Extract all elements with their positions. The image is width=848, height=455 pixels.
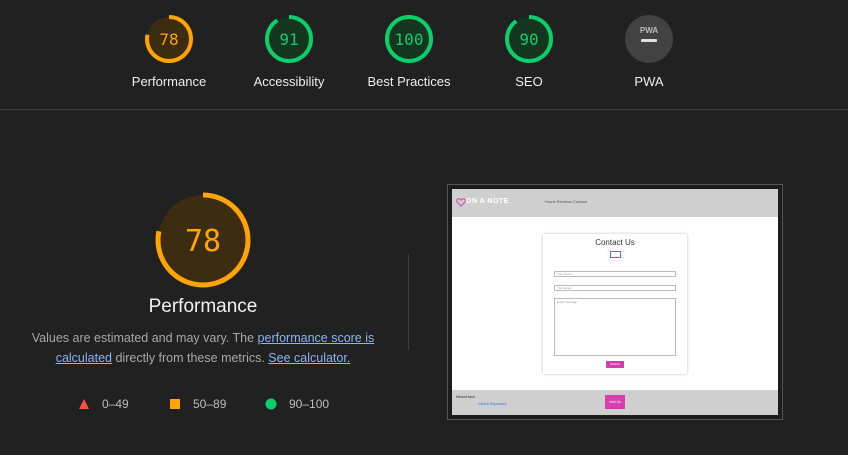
contact-card: Contact Us Your Name Your Email Enter me…: [543, 234, 687, 374]
performance-summary: 78 Performance Values are estimated and …: [28, 190, 378, 368]
square-icon: [170, 399, 180, 409]
footer-title: NewsHack: [456, 394, 476, 399]
legend-pass: 90–100: [265, 397, 329, 411]
accessibility-gauge-ring: 91: [265, 15, 313, 63]
seo-gauge-ring: 90: [505, 15, 553, 63]
screenshot-nav-links: Home Reviews Contact: [545, 199, 587, 204]
message-textarea: Enter message...: [554, 298, 676, 356]
pwa-badge-icon: PWA: [625, 15, 673, 63]
legend-average: 50–89: [169, 397, 226, 411]
gauge-label: Accessibility: [253, 74, 325, 89]
footer-link: GitHub Repository: [478, 402, 507, 406]
envelope-icon: [610, 251, 621, 258]
gauge-pwa[interactable]: PWA PWA: [589, 14, 709, 89]
contact-title: Contact Us: [595, 238, 635, 247]
legend-fail: 0–49: [78, 397, 129, 411]
final-screenshot[interactable]: ON A NOTE Home Reviews Contact Contact U…: [447, 184, 783, 420]
name-input: Your Name: [554, 271, 676, 277]
gauge-label: Best Practices: [367, 74, 451, 89]
gauge-score: 100: [395, 30, 424, 49]
pwa-badge-text: PWA: [640, 26, 658, 35]
gauge-best-practices[interactable]: 100 Best Practices: [349, 14, 469, 89]
gauge-label: SEO: [515, 74, 543, 89]
best-practices-gauge-ring: 100: [385, 15, 433, 63]
gauge-performance[interactable]: 78 Performance: [109, 14, 229, 89]
screenshot-logo: ON A NOTE: [466, 198, 509, 205]
gauge-score: 78: [159, 30, 178, 49]
gauge-label: PWA: [634, 74, 664, 89]
performance-title: Performance: [148, 296, 258, 317]
triangle-icon: [79, 399, 89, 409]
category-gauges-bar: 78 Performance 91 Accessibility 100 Best…: [0, 0, 848, 110]
gauge-score: 90: [519, 30, 538, 49]
performance-gauge-ring: 78: [145, 15, 193, 63]
screenshot-navbar: ON A NOTE Home Reviews Contact: [452, 189, 778, 217]
gauge-score: 91: [279, 30, 298, 49]
email-input: Your Email: [554, 285, 676, 291]
footer-button: Visit Us: [605, 395, 625, 409]
submit-button: Submit: [606, 361, 624, 368]
gauge-accessibility[interactable]: 91 Accessibility: [229, 14, 349, 89]
vertical-divider: [408, 254, 409, 350]
heart-icon: [456, 198, 466, 207]
performance-big-gauge: 78: [155, 192, 251, 288]
circle-icon: [265, 398, 277, 410]
screenshot-footer: NewsHack GitHub Repository Visit Us: [452, 390, 778, 415]
gauge-seo[interactable]: 90 SEO: [469, 14, 589, 89]
performance-description: Values are estimated and may vary. The p…: [31, 331, 375, 365]
screenshot-page: ON A NOTE Home Reviews Contact Contact U…: [452, 189, 778, 415]
see-calculator-link[interactable]: See calculator.: [268, 351, 350, 365]
big-score: 78: [185, 224, 221, 259]
gauge-label: Performance: [131, 74, 207, 89]
